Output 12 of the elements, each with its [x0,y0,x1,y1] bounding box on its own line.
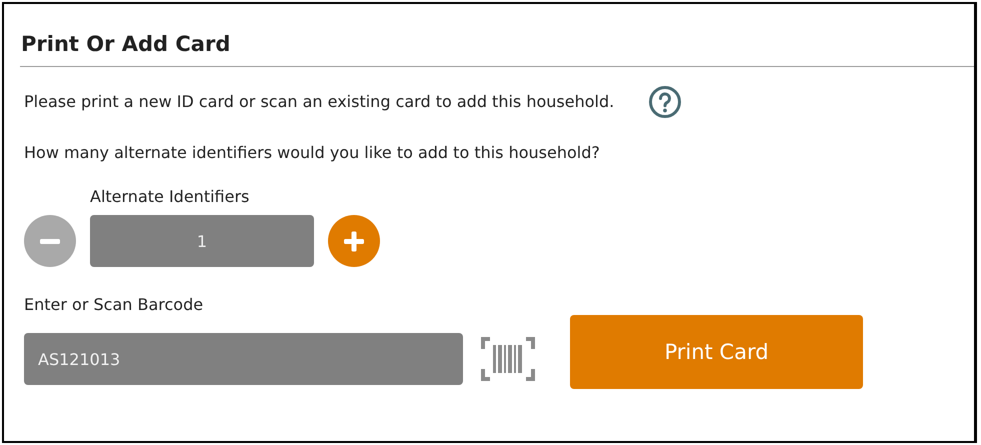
count-field[interactable]: 1 [90,215,314,267]
field-label: Alternate Identifiers [90,186,250,208]
barcode-field[interactable]: AS121013 [24,333,463,385]
question-text: How many alternate identifiers would you like to add to this household? [24,142,601,164]
increment-button[interactable] [328,215,380,267]
field-label: Enter or Scan Barcode [24,294,204,316]
instruction-text: Please print a new ID card or scan an existing card to add this household. [24,91,614,113]
print-card-button[interactable]: Print Card [570,315,863,389]
barcode-icon[interactable] [480,336,536,382]
help-icon[interactable] [648,85,682,119]
panel-title: Print Or Add Card [21,31,232,58]
minus-icon [40,238,60,244]
